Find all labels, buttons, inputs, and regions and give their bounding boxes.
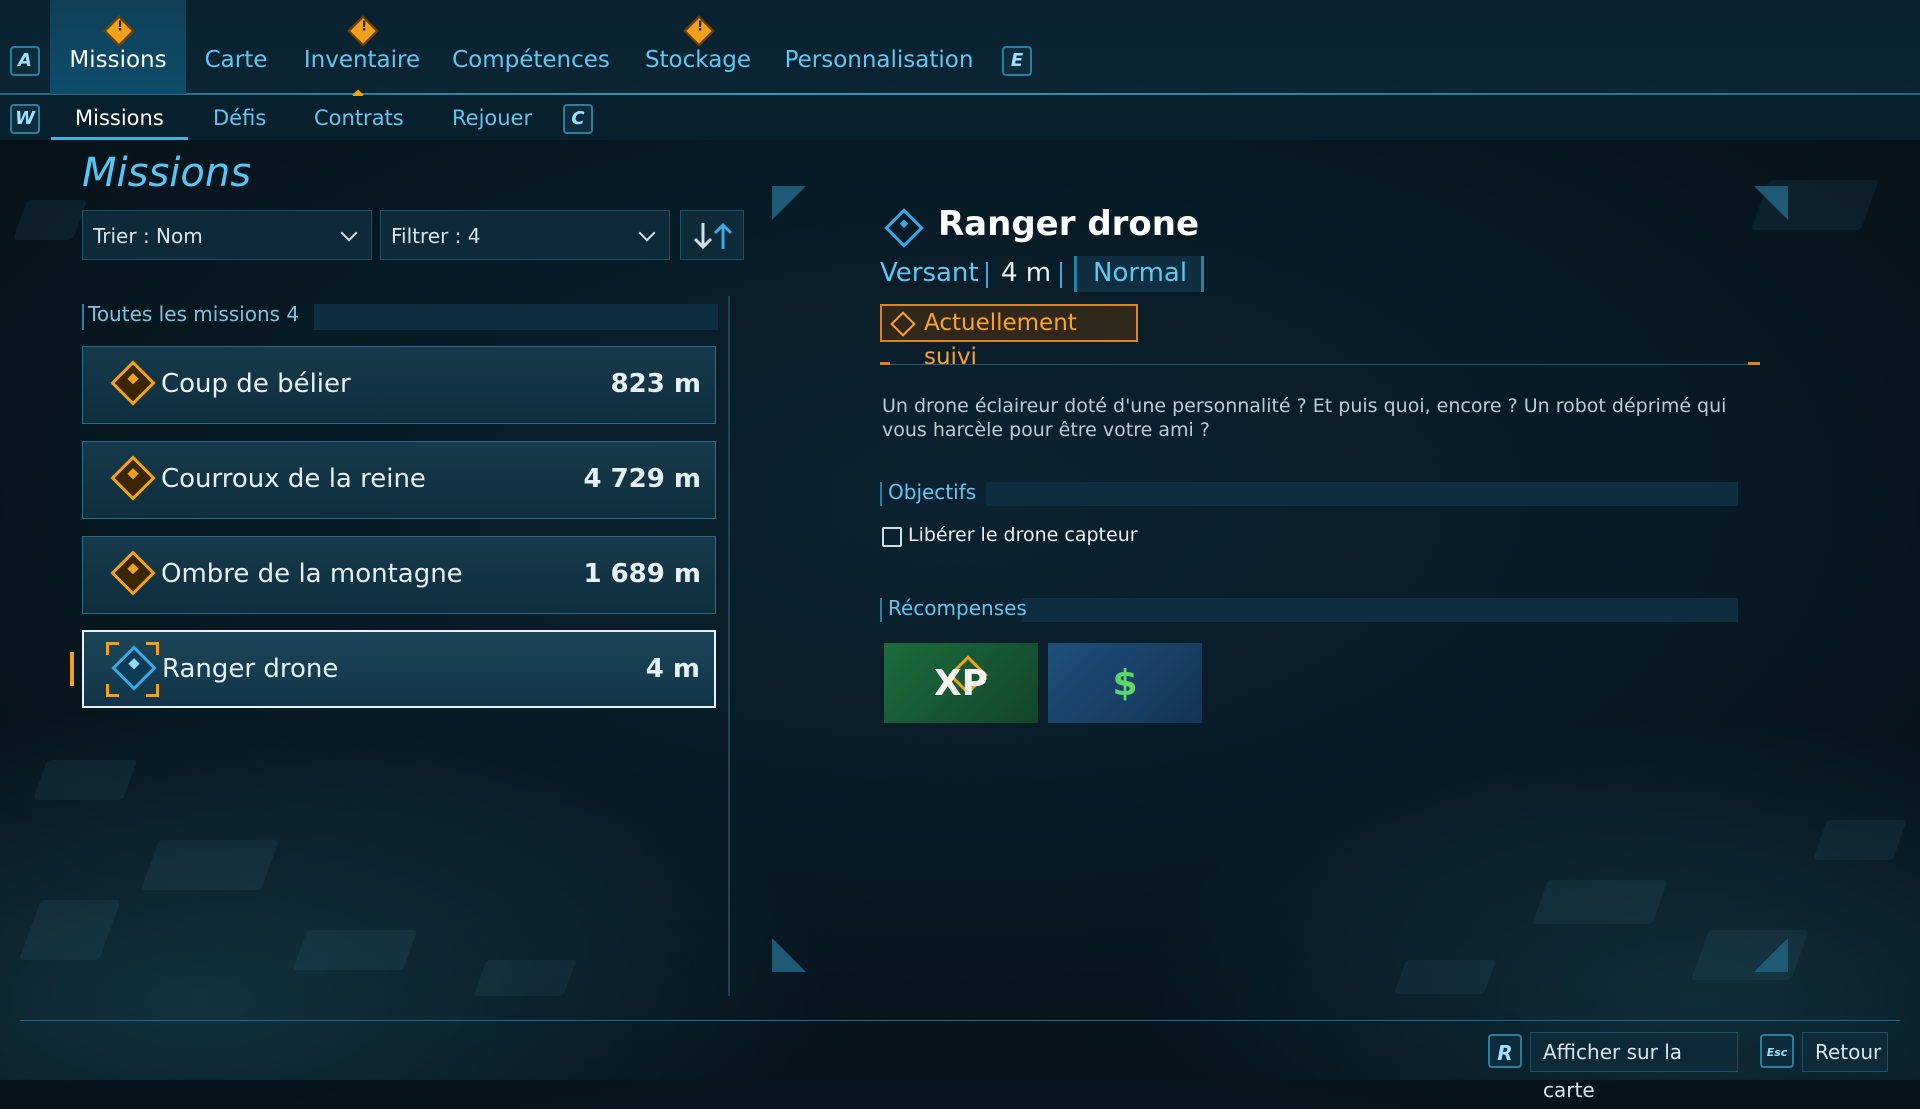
next-subtab-key-icon[interactable]: C — [563, 104, 593, 134]
tracking-bracket — [146, 684, 159, 697]
mission-location: Versant — [880, 258, 979, 288]
tracking-bracket — [106, 684, 119, 697]
back-label: Retour — [1815, 1040, 1882, 1064]
mission-list-item[interactable]: Courroux de la reine 4 729 m — [82, 441, 716, 519]
frame-corner-decoration — [772, 186, 806, 220]
tab-missions[interactable]: Missions — [50, 0, 186, 94]
objective-text: Libérer le drone capteur — [908, 524, 1138, 546]
map-key-icon[interactable]: R — [1488, 1034, 1522, 1068]
tab-personnalisation[interactable]: Personnalisation — [780, 0, 978, 94]
tab-missions-label: Missions — [69, 47, 167, 73]
mission-list-scrollbar[interactable] — [728, 296, 730, 996]
subtab-defis[interactable]: Défis — [213, 96, 266, 140]
mission-group-label: Toutes les missions 4 — [88, 302, 300, 326]
reward-xp-label: XP — [933, 663, 989, 704]
tab-competences-label: Compétences — [452, 47, 610, 73]
show-on-map-label: Afficher sur la carte — [1543, 1040, 1683, 1102]
mission-list-item-selected[interactable]: Ranger drone 4 m — [82, 630, 716, 708]
show-on-map-button[interactable]: Afficher sur la carte — [1530, 1032, 1738, 1102]
tracking-bracket — [146, 642, 159, 655]
mission-name: Ranger drone — [162, 654, 339, 684]
tab-stockage[interactable]: Stockage — [636, 0, 760, 94]
frame-corner-decoration — [1754, 938, 1788, 972]
rewards-label: Récompenses — [888, 596, 1027, 620]
xp-reward-icon: XP — [884, 643, 1038, 723]
tab-inventaire[interactable]: Inventaire — [298, 0, 426, 94]
sort-order-button[interactable] — [680, 210, 744, 260]
divider-accent — [880, 362, 890, 365]
next-tab-key-icon[interactable]: E — [1002, 46, 1032, 76]
mission-list-item[interactable]: Ombre de la montagne 1 689 m — [82, 536, 716, 614]
selection-marker — [70, 652, 74, 686]
objectives-header — [880, 482, 1738, 506]
divider-accent — [1748, 362, 1760, 365]
objective-checkbox — [882, 527, 902, 547]
meta-separator — [1060, 262, 1062, 288]
tracked-status-badge: Actuellement suivi — [880, 304, 1138, 370]
filter-dropdown[interactable]: Filtrer : 4 — [380, 210, 670, 260]
tab-personnalisation-label: Personnalisation — [784, 47, 974, 73]
mission-alert-icon — [110, 455, 156, 501]
mission-alert-icon — [110, 550, 156, 596]
chevron-down-icon — [638, 224, 656, 242]
prev-subtab-key-icon[interactable]: W — [10, 104, 40, 134]
money-reward-icon: $ — [1048, 643, 1202, 723]
mission-name: Ombre de la montagne — [161, 559, 463, 589]
filter-dropdown-label: Filtrer : 4 — [391, 224, 481, 248]
tracked-status-label: Actuellement suivi — [924, 310, 1077, 370]
sub-tab-bar — [0, 96, 1920, 140]
chevron-down-icon — [340, 224, 358, 242]
meta-separator — [986, 262, 988, 288]
sort-arrows-icon — [693, 222, 733, 250]
mission-list-item[interactable]: Coup de bélier 823 m — [82, 346, 716, 424]
mission-distance: 823 m — [610, 369, 701, 399]
tracking-bracket — [106, 642, 119, 655]
detail-divider — [880, 364, 1760, 365]
mission-detail-title: Ranger drone — [938, 204, 1200, 244]
subtab-rejouer[interactable]: Rejouer — [452, 96, 532, 140]
mission-alert-icon — [110, 360, 156, 406]
mission-description: Un drone éclaireur doté d'une personnali… — [882, 395, 1727, 441]
mission-detail-distance: 4 m — [1001, 258, 1052, 288]
sort-dropdown[interactable]: Trier : Nom — [82, 210, 372, 260]
mission-name: Coup de bélier — [161, 369, 351, 399]
reward-money-label: $ — [1112, 663, 1138, 704]
subtab-missions[interactable]: Missions — [51, 96, 188, 140]
objectives-label: Objectifs — [888, 480, 977, 504]
footer-divider — [20, 1020, 1900, 1021]
tab-carte-label: Carte — [204, 47, 268, 73]
mission-distance: 4 729 m — [583, 464, 701, 494]
tab-inventaire-label: Inventaire — [303, 47, 421, 73]
mission-difficulty: Normal — [1093, 258, 1188, 288]
tab-carte[interactable]: Carte — [196, 0, 276, 94]
frame-corner-decoration — [1754, 186, 1788, 220]
mission-type-icon — [884, 208, 924, 248]
page-title: Missions — [82, 150, 252, 196]
escape-key-icon[interactable]: Esc — [1760, 1034, 1794, 1068]
subtab-contrats[interactable]: Contrats — [314, 96, 404, 140]
mission-distance: 4 m — [645, 654, 700, 684]
mission-name: Courroux de la reine — [161, 464, 426, 494]
frame-corner-decoration — [772, 938, 806, 972]
tab-stockage-label: Stockage — [644, 47, 752, 73]
tracking-icon — [890, 311, 916, 337]
mission-distance: 1 689 m — [583, 559, 701, 589]
sort-dropdown-label: Trier : Nom — [93, 224, 203, 248]
back-button[interactable]: Retour — [1802, 1032, 1888, 1072]
prev-tab-key-icon[interactable]: A — [10, 46, 40, 76]
tab-competences[interactable]: Compétences — [448, 0, 614, 94]
